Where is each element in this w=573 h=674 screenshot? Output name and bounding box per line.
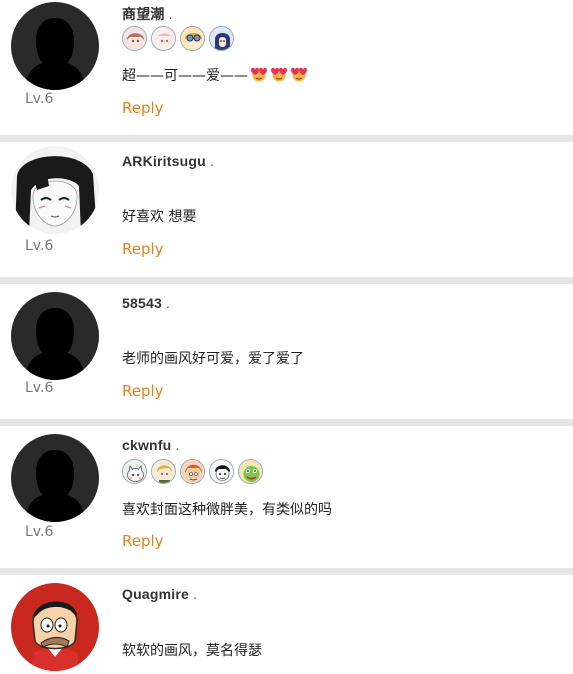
heart-face-emoji-icon [250,66,268,82]
comment-item: Lv.6 商望潮 . 超——可——爱—— Reply [0,0,573,135]
comment-text: 老师的画风好可爱，爱了爱了 [122,351,304,367]
comment-text: 好喜欢 想要 [122,209,197,225]
username[interactable]: ckwnfu . [122,437,180,453]
user-level: Lv.6 [25,238,54,254]
username-text[interactable]: ckwnfu [122,437,171,453]
default-avatar[interactable] [11,292,99,380]
username-dot: . [168,6,173,22]
goggles-badge-icon [180,26,205,51]
heart-face-emoji-icon [270,66,288,82]
default-avatar[interactable] [11,434,99,522]
default-avatar[interactable] [11,2,99,90]
black-hair-badge-icon [209,459,234,484]
username-text[interactable]: 商望潮 [122,6,165,22]
user-level: Lv.6 [25,91,54,107]
user-level: Lv.6 [25,524,54,540]
username-text[interactable]: Quagmire [122,586,189,602]
username-dot: . [209,153,215,169]
comment-item: Lv.6 58543 . 老师的画风好可爱，爱了爱了 Reply [0,284,573,419]
comment-item: Lv.6 ARKiritsugu . 好喜欢 想要 Reply [0,142,573,277]
comment-separator [0,135,573,142]
username-text[interactable]: 58543 [122,295,162,311]
comment-text: 超——可——爱—— [122,65,308,85]
green-frog-badge-icon [238,459,263,484]
username-dot: . [175,437,180,453]
heart-face-emoji-icon [290,66,308,82]
blonde-badge-icon [151,459,176,484]
cat-badge-icon [122,459,147,484]
comment-separator [0,277,573,284]
comment-text: 喜欢封面这种微胖美，有类似的吗 [122,502,332,518]
reply-link[interactable]: Reply [122,240,164,258]
comment-item: Quagmire . 软软的画风，莫名得瑟 [0,575,573,674]
comment-separator [0,568,573,575]
user-avatar[interactable] [11,583,99,671]
reply-link[interactable]: Reply [122,99,164,117]
comment-text: 软软的画风，莫名得瑟 [122,643,262,659]
comment-separator [0,419,573,426]
username[interactable]: Quagmire . [122,586,197,602]
blue-hair-badge-icon [209,26,234,51]
orange-hair-badge-icon [180,459,205,484]
username-text[interactable]: ARKiritsugu [122,153,206,169]
username[interactable]: ARKiritsugu . [122,153,214,169]
username-dot: . [166,295,171,311]
anime-girl-badge-icon [122,26,147,51]
reply-link[interactable]: Reply [122,532,164,550]
user-level: Lv.6 [25,380,54,396]
username-dot: . [193,586,198,602]
username[interactable]: 商望潮 . [122,4,173,24]
comment-item: Lv.6 ckwnfu . 喜欢封面这种微胖美，有类似的吗 Reply [0,426,573,568]
reply-link[interactable]: Reply [122,382,164,400]
badge-row [122,26,234,51]
username[interactable]: 58543 . [122,295,170,311]
user-avatar[interactable] [11,146,99,234]
pink-hair-badge-icon [151,26,176,51]
comment-text-content: 超——可——爱—— [122,68,248,84]
badge-row [122,459,263,484]
